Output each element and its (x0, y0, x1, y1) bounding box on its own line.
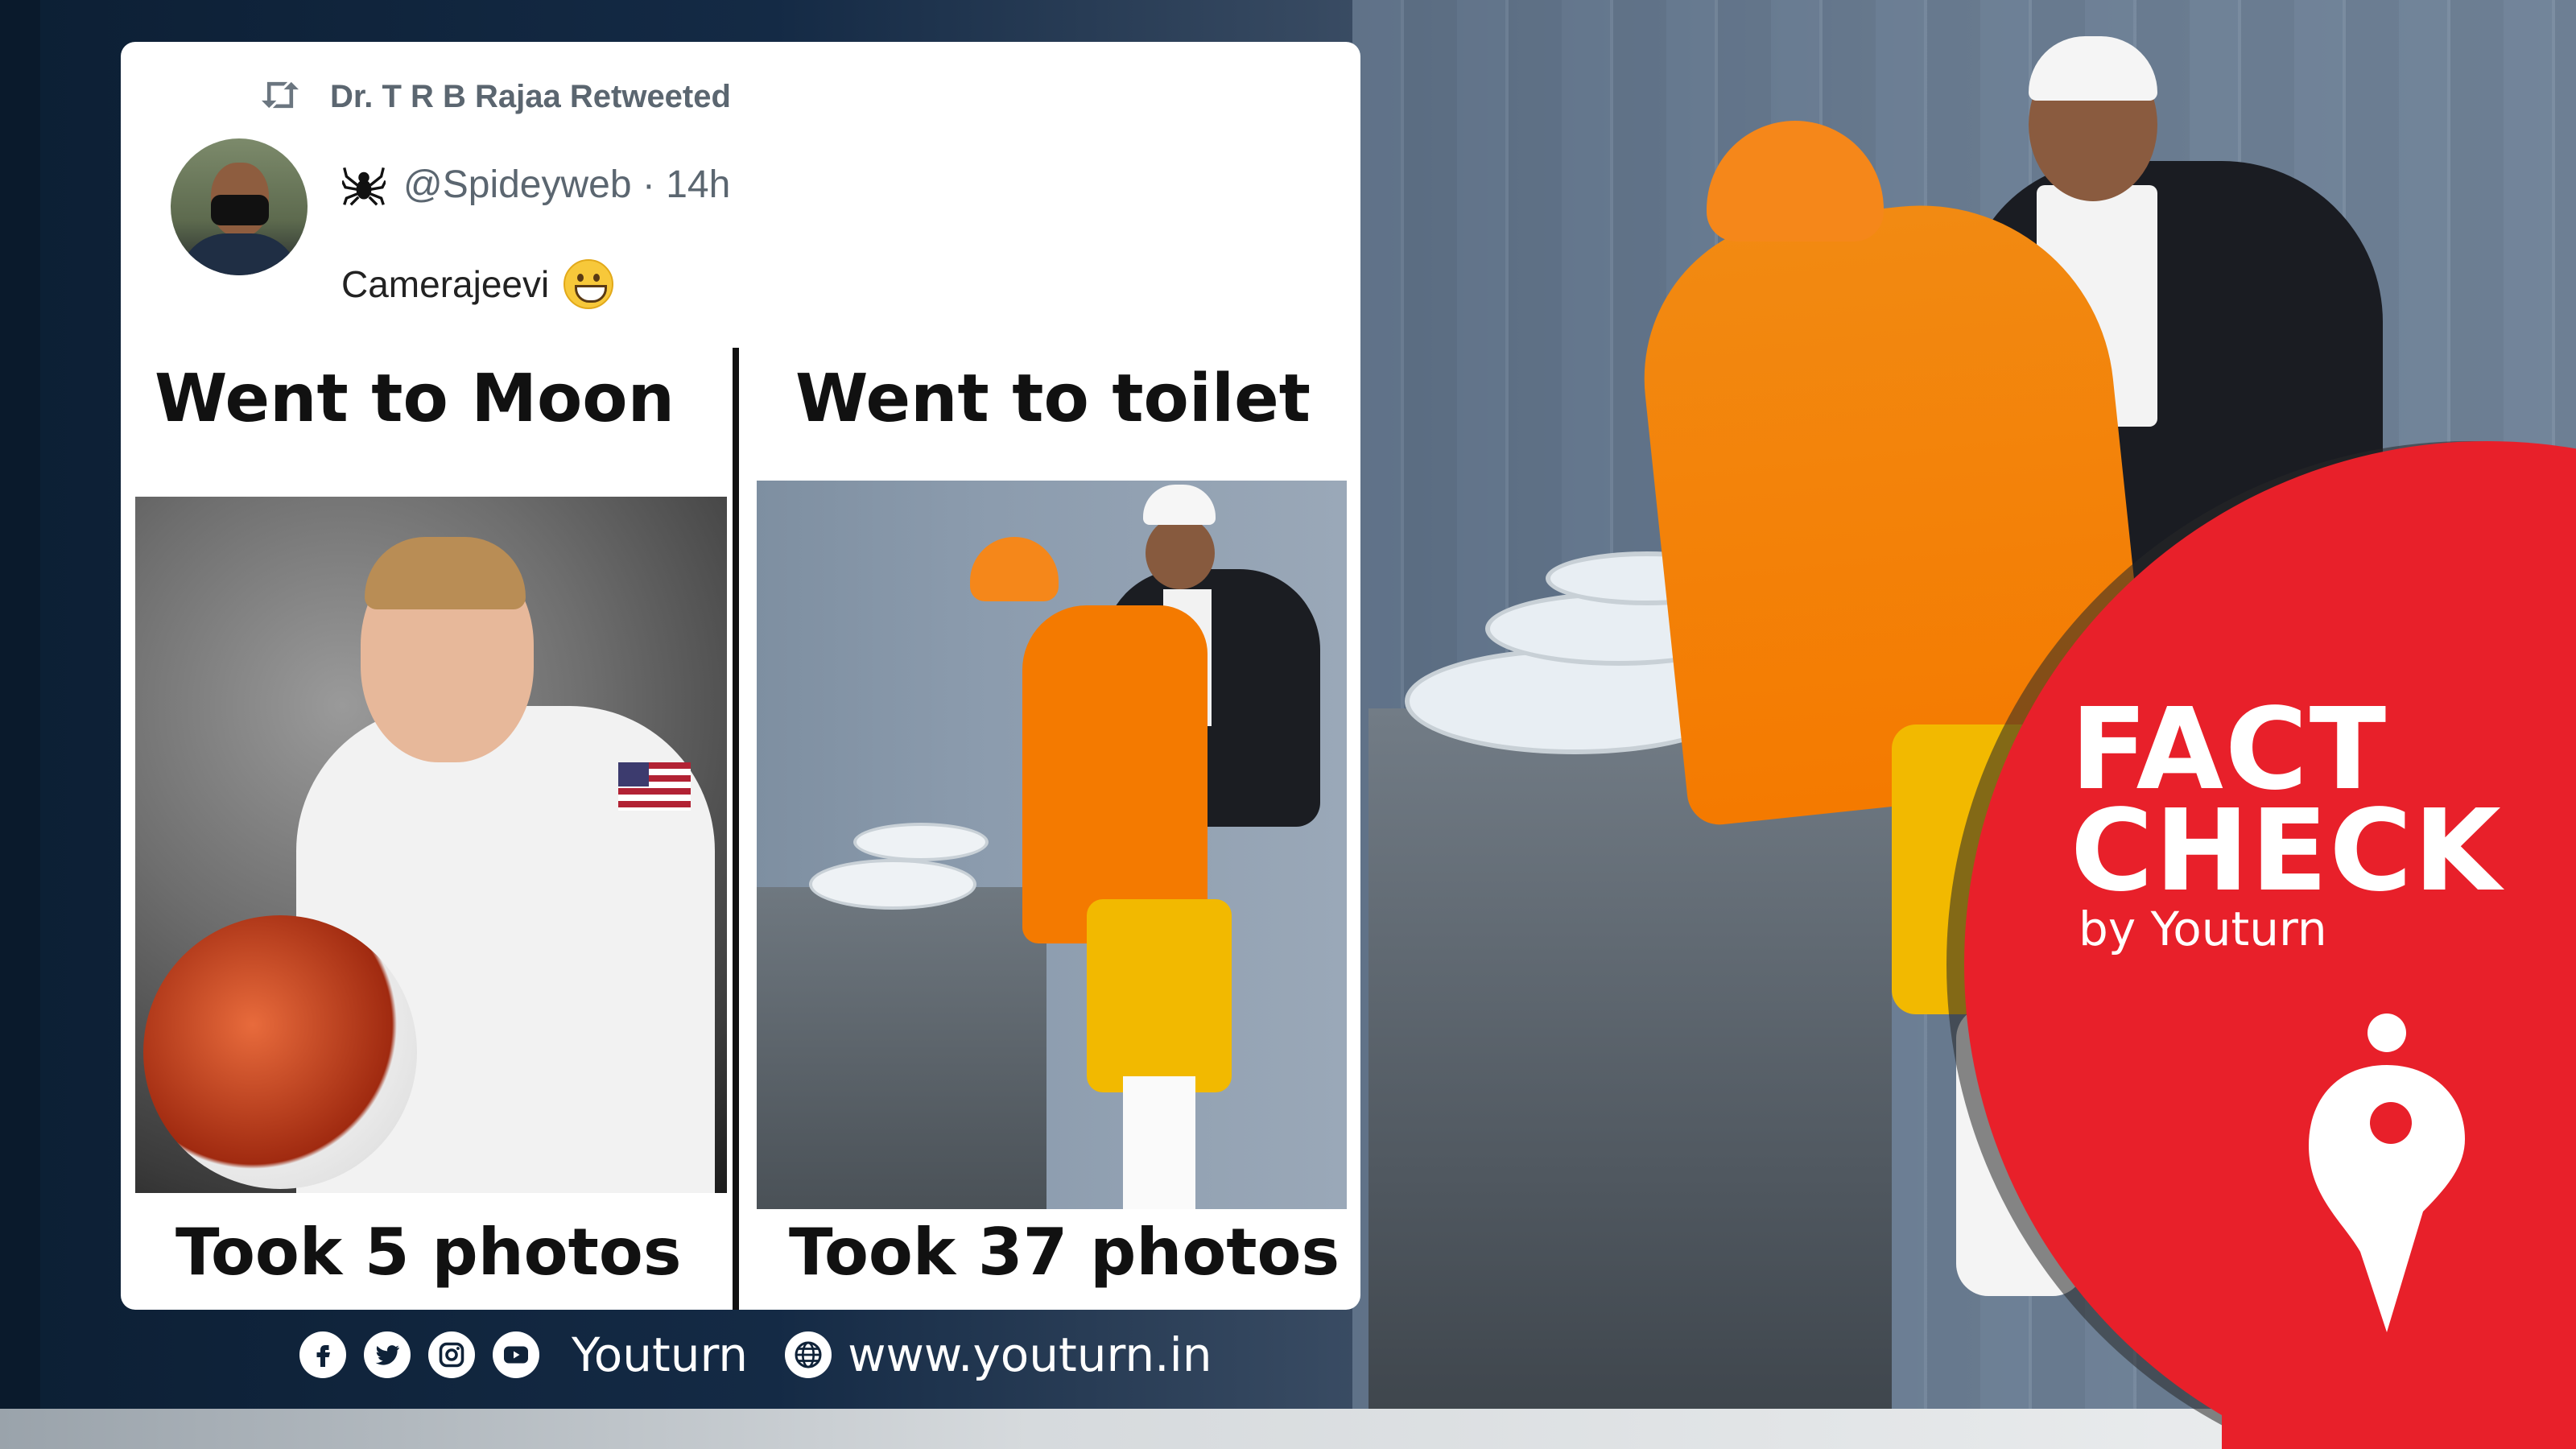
meme-image[interactable]: Went to Moon Went to toilet Took 5 photo… (121, 348, 1360, 1310)
meme-divider (733, 348, 739, 1310)
meme-left-caption: Took 5 photos (175, 1215, 682, 1290)
instagram-icon[interactable] (428, 1331, 475, 1378)
retweet-row: Dr. T R B Rajaa Retweeted (258, 72, 731, 121)
tweet-card: Dr. T R B Rajaa Retweeted @Spideyweb · 1… (121, 42, 1360, 1310)
youturn-logo-icon (2309, 1013, 2465, 1332)
author-handle[interactable]: @Spideyweb · 14h (403, 163, 730, 207)
fact-check-line2: CHECK (2070, 786, 2503, 917)
social-footer: Youturn www.youturn.in (299, 1323, 1212, 1387)
toilet-photo (757, 481, 1347, 1209)
globe-icon (785, 1331, 832, 1378)
tweet-body: Camerajeevi (341, 263, 550, 305)
meme-left-title: Went to Moon (155, 361, 675, 437)
left-frame (0, 0, 40, 1409)
twitter-icon[interactable] (364, 1331, 411, 1378)
white-trousers (1956, 1006, 2085, 1296)
spider-icon (341, 163, 387, 207)
retweet-icon (258, 76, 306, 117)
astronaut-photo (135, 497, 727, 1193)
facebook-icon[interactable] (299, 1331, 346, 1378)
tweet-text: Camerajeevi (341, 259, 614, 309)
meme-right-caption: Took 37 photos (789, 1215, 1340, 1290)
fact-check-by: by Youturn (2079, 902, 2327, 956)
yellow-kurta (1892, 724, 2101, 1014)
meme-right-title: Went to toilet (795, 361, 1311, 437)
author-row: @Spideyweb · 14h (341, 163, 730, 207)
youtube-icon[interactable] (493, 1331, 539, 1378)
footer-brand: Youturn (572, 1327, 749, 1382)
retweeted-by-label[interactable]: Dr. T R B Rajaa Retweeted (330, 79, 731, 115)
grinning-emoji-icon (564, 259, 614, 309)
footer-url[interactable]: www.youturn.in (848, 1327, 1212, 1382)
bottom-strip (0, 1409, 2576, 1449)
avatar[interactable] (171, 138, 308, 275)
